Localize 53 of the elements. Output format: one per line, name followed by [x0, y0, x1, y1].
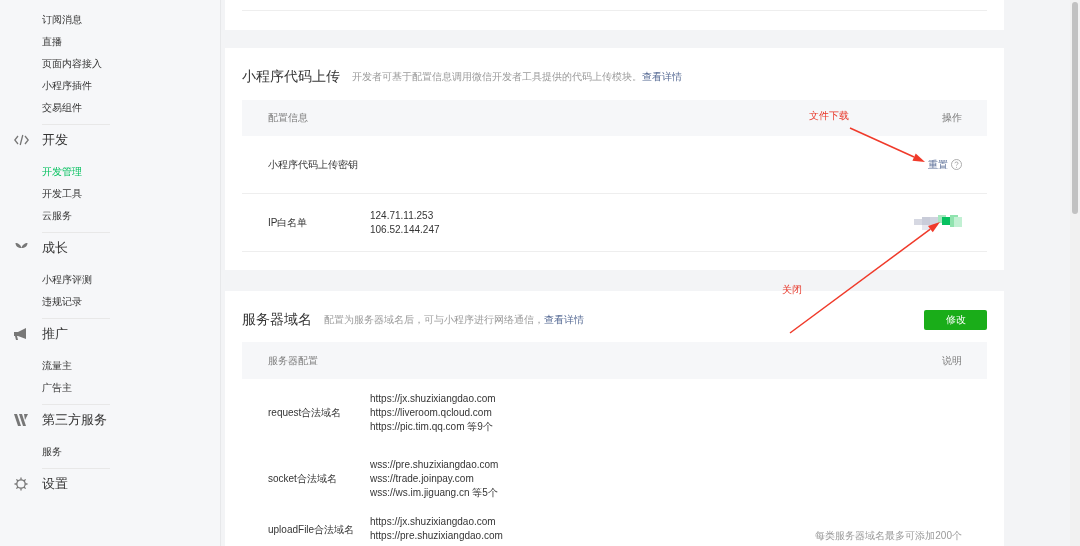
sidebar-item[interactable]: 服务 — [42, 446, 62, 457]
cell-value: wss://pre.shuzixiangdao.com — [370, 458, 499, 472]
column-header: 服务器配置 — [268, 353, 318, 368]
row-label: IP白名单 — [268, 215, 309, 230]
sidebar-item[interactable]: 订阅消息 — [42, 14, 82, 25]
domain-limit-note: 每类服务器域名最多可添加200个 — [815, 529, 962, 543]
row-label: 小程序代码上传密钥 — [268, 157, 359, 172]
pixelated-switch[interactable] — [914, 214, 962, 231]
column-header: 操作 — [942, 111, 962, 125]
sidebar-item[interactable]: 小程序插件 — [42, 80, 92, 91]
sidebar-section-title[interactable]: 设置 — [42, 475, 68, 493]
column-header: 配置信息 — [268, 111, 308, 125]
section-description: 配置为服务器域名后，可与小程序进行网络通信， — [324, 313, 544, 327]
cell-value: 106.52.144.247 — [370, 222, 440, 237]
help-icon[interactable] — [951, 159, 962, 170]
cell-value: https://liveroom.qcloud.com — [370, 406, 493, 420]
sidebar-item[interactable]: 页面内容接入 — [42, 58, 102, 69]
cell-value: wss://ws.im.jiguang.cn 等5个 — [370, 486, 499, 500]
sidebar-item[interactable]: 流量主 — [42, 360, 72, 371]
sidebar-item[interactable]: 违规记录 — [42, 296, 82, 307]
column-header: 说明 — [942, 353, 962, 368]
cell-value: https://pic.tim.qq.com 等9个 — [370, 420, 494, 434]
sidebar-section-title[interactable]: 第三方服务 — [42, 411, 107, 429]
details-link[interactable]: 查看详情 — [642, 70, 682, 84]
code-icon — [13, 134, 29, 146]
sidebar-item[interactable]: 广告主 — [42, 382, 72, 393]
cell-value: https://jx.shuzixiangdao.com — [370, 515, 497, 529]
row-label: request合法域名 — [268, 406, 343, 420]
cell-value: 124.71.11.253 — [370, 208, 435, 223]
reset-link[interactable]: 重置 — [928, 157, 948, 172]
sidebar-item[interactable]: 小程序评测 — [42, 274, 92, 285]
sidebar-section-title[interactable]: 推广 — [42, 325, 68, 343]
details-link[interactable]: 查看详情 — [544, 313, 584, 327]
row-label: uploadFile合法域名 — [268, 523, 356, 537]
megaphone-icon — [14, 328, 28, 340]
sidebar-item[interactable]: 直播 — [42, 36, 62, 47]
scrollbar-thumb[interactable] — [1072, 2, 1078, 214]
logo-icon — [14, 414, 28, 426]
settings-icon — [14, 477, 28, 491]
cell-value: wss://trade.joinpay.com — [370, 472, 475, 486]
row-label: socket合法域名 — [268, 472, 338, 486]
section-description: 开发者可基于配置信息调用微信开发者工具提供的代码上传模块。 — [352, 70, 642, 84]
sidebar-item[interactable]: 交易组件 — [42, 102, 82, 113]
sidebar-section-title[interactable]: 开发 — [42, 131, 68, 149]
cell-value: https://jx.shuzixiangdao.com — [370, 392, 496, 406]
cell-value: https://pre.shuzixiangdao.com — [370, 529, 503, 543]
annotation-label: 关闭 — [782, 283, 802, 297]
sidebar-section-title[interactable]: 成长 — [42, 239, 68, 257]
section-title: 小程序代码上传 — [242, 68, 340, 86]
sidebar-item[interactable]: 开发工具 — [42, 188, 82, 199]
sidebar-item[interactable]: 云服务 — [42, 210, 72, 221]
annotation-label: 文件下载 — [809, 109, 849, 123]
section-title: 服务器域名 — [242, 311, 312, 329]
